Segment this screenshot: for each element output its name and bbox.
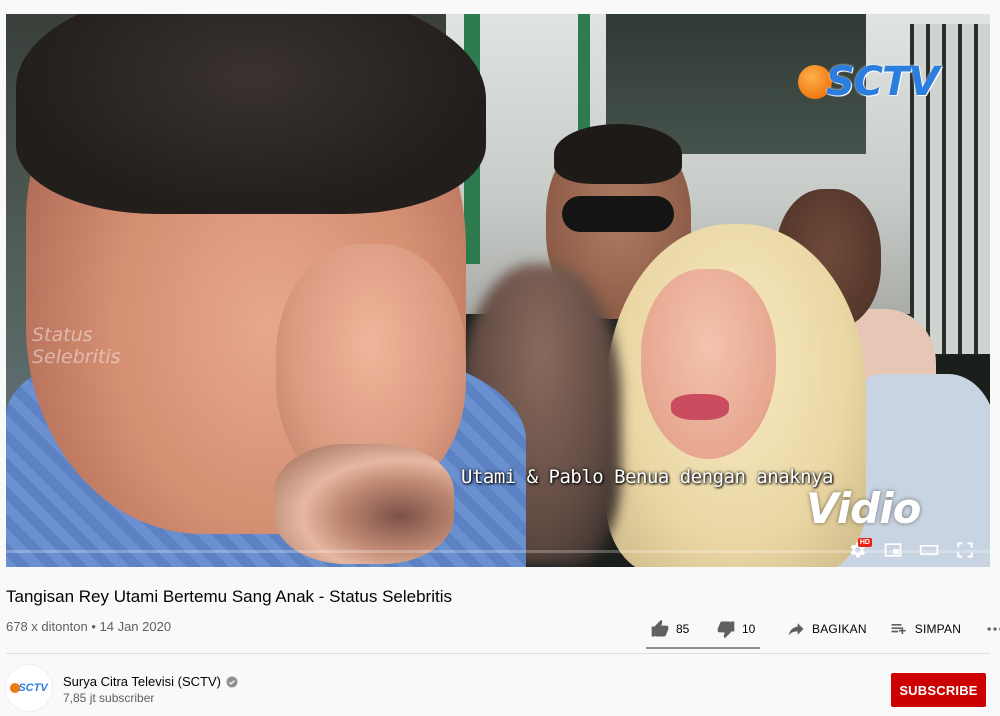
share-label: BAGIKAN [812, 622, 867, 636]
theater-mode-icon [919, 545, 939, 555]
hd-badge: HD [857, 538, 872, 547]
thumbs-up-icon [651, 619, 669, 637]
video-meta: 678 x ditonton • 14 Jan 2020 [6, 619, 171, 634]
like-ratio-fill [646, 647, 749, 649]
player-controls: HD [846, 538, 976, 561]
verified-check-icon [226, 676, 238, 687]
divider [6, 653, 990, 654]
progress-bar[interactable] [6, 550, 990, 553]
theater-mode-button[interactable] [918, 539, 940, 561]
share-arrow-icon [788, 623, 804, 636]
status-selebritis-watermark: Status Selebritis [32, 324, 121, 368]
more-horizontal-icon [987, 627, 1000, 631]
more-actions-button[interactable] [985, 619, 1000, 639]
save-button[interactable]: SIMPAN [889, 619, 961, 639]
watch-page: Status Selebritis SCTV Utami & Pablo Ben… [0, 0, 1000, 716]
fullscreen-icon [957, 542, 973, 558]
settings-button[interactable]: HD [846, 538, 872, 561]
subscribe-button[interactable]: SUBSCRIBE [891, 673, 986, 707]
channel-name[interactable]: Surya Citra Televisi (SCTV) [63, 674, 238, 689]
view-count: 678 x ditonton [6, 619, 88, 634]
wristwatch [274, 444, 454, 564]
video-actions: 85 10 BAGIKAN SIMPAN [650, 613, 1000, 645]
video-player[interactable]: Status Selebritis SCTV Utami & Pablo Ben… [6, 14, 990, 567]
like-button[interactable]: 85 [650, 619, 716, 639]
like-count: 85 [676, 622, 690, 636]
subscriber-count: 7,85 jt subscriber [63, 691, 155, 705]
video-title: Tangisan Rey Utami Bertemu Sang Anak - S… [6, 587, 452, 606]
share-button[interactable]: BAGIKAN [786, 619, 867, 639]
playlist-add-icon [891, 624, 906, 634]
video-caption: Utami & Pablo Benua dengan anaknya [461, 466, 833, 488]
miniplayer-button[interactable] [882, 539, 904, 561]
save-label: SIMPAN [914, 622, 962, 636]
channel-avatar[interactable]: SCTV [6, 665, 52, 711]
dislike-button[interactable]: 10 [716, 619, 776, 639]
meta-separator: • [91, 619, 96, 634]
upload-date: 14 Jan 2020 [99, 619, 172, 634]
like-dislike-bar [646, 647, 760, 649]
fullscreen-button[interactable] [954, 539, 976, 561]
dislike-count: 10 [742, 622, 756, 636]
thumbs-down-icon [717, 621, 735, 639]
sctv-logo: SCTV [798, 58, 939, 106]
vidio-logo: Vidio [806, 484, 921, 533]
miniplayer-icon [884, 543, 902, 557]
